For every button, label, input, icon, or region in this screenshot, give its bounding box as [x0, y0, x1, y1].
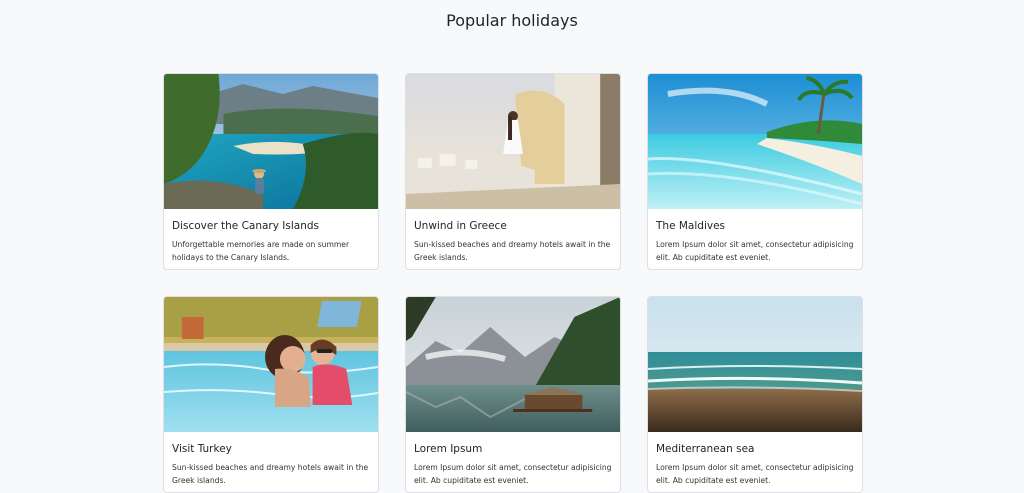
- card-title: The Maldives: [656, 220, 726, 232]
- card-text: Sun-kissed beaches and dreamy hotels awa…: [414, 240, 611, 262]
- card-title: Discover the Canary Islands: [172, 220, 319, 232]
- pool-family-photo: [164, 297, 378, 432]
- holiday-card[interactable]: Lorem Ipsum Lorem Ipsum dolor sit amet, …: [405, 296, 621, 493]
- mountain-lake-photo: [406, 297, 620, 432]
- card-title: Unwind in Greece: [414, 220, 507, 232]
- holiday-grid: Discover the Canary Islands Unforgettabl…: [163, 73, 863, 493]
- card-text: Lorem Ipsum dolor sit amet, consectetur …: [656, 240, 854, 262]
- santorini-photo: [406, 74, 620, 209]
- holiday-card[interactable]: Discover the Canary Islands Unforgettabl…: [163, 73, 379, 270]
- page-title: Popular holidays: [446, 11, 578, 30]
- card-text: Lorem Ipsum dolor sit amet, consectetur …: [414, 463, 612, 485]
- card-title: Lorem Ipsum: [414, 443, 483, 455]
- card-text: Sun-kissed beaches and dreamy hotels awa…: [172, 463, 369, 485]
- holiday-card[interactable]: Visit Turkey Sun-kissed beaches and drea…: [163, 296, 379, 493]
- lagoon-coast-photo: [164, 74, 378, 209]
- holiday-card[interactable]: Unwind in Greece Sun-kissed beaches and …: [405, 73, 621, 270]
- holiday-card[interactable]: The Maldives Lorem Ipsum dolor sit amet,…: [647, 73, 863, 270]
- card-title: Mediterranean sea: [656, 443, 755, 455]
- card-text: Unforgettable memories are made on summe…: [172, 240, 350, 262]
- card-text: Lorem Ipsum dolor sit amet, consectetur …: [656, 463, 854, 485]
- holiday-card[interactable]: Mediterranean sea Lorem Ipsum dolor sit …: [647, 296, 863, 493]
- tropical-beach-photo: [648, 74, 862, 209]
- sea-shore-photo: [648, 297, 862, 432]
- card-title: Visit Turkey: [172, 443, 232, 455]
